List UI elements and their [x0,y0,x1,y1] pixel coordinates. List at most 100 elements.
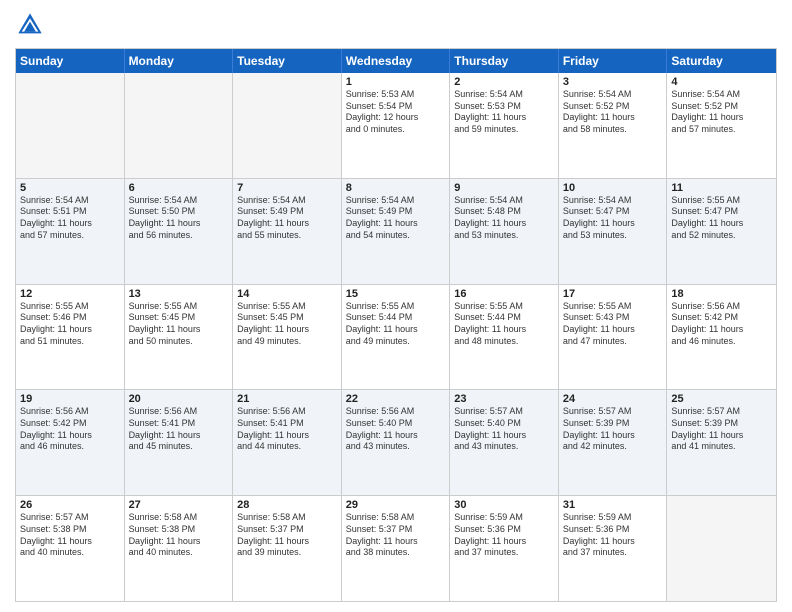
cell-line-2: Daylight: 11 hours [20,324,120,336]
day-cell-23: 23Sunrise: 5:57 AMSunset: 5:40 PMDayligh… [450,390,559,495]
day-header-friday: Friday [559,49,668,73]
empty-cell [16,73,125,178]
day-header-wednesday: Wednesday [342,49,451,73]
day-cell-26: 26Sunrise: 5:57 AMSunset: 5:38 PMDayligh… [16,496,125,601]
cell-line-0: Sunrise: 5:53 AM [346,89,446,101]
empty-cell [667,496,776,601]
day-header-sunday: Sunday [16,49,125,73]
cell-line-0: Sunrise: 5:56 AM [129,406,229,418]
cell-line-0: Sunrise: 5:58 AM [237,512,337,524]
cell-line-3: and 45 minutes. [129,441,229,453]
calendar-body: 1Sunrise: 5:53 AMSunset: 5:54 PMDaylight… [16,73,776,601]
calendar-row-4: 26Sunrise: 5:57 AMSunset: 5:38 PMDayligh… [16,495,776,601]
cell-line-0: Sunrise: 5:54 AM [563,89,663,101]
day-cell-5: 5Sunrise: 5:54 AMSunset: 5:51 PMDaylight… [16,179,125,284]
cell-line-0: Sunrise: 5:58 AM [129,512,229,524]
cell-line-3: and 43 minutes. [454,441,554,453]
cell-line-0: Sunrise: 5:54 AM [454,89,554,101]
cell-line-0: Sunrise: 5:59 AM [563,512,663,524]
cell-line-2: Daylight: 11 hours [454,112,554,124]
logo-icon [15,10,45,40]
cell-line-2: Daylight: 11 hours [129,536,229,548]
cell-line-1: Sunset: 5:54 PM [346,101,446,113]
cell-line-2: Daylight: 11 hours [671,324,772,336]
day-cell-25: 25Sunrise: 5:57 AMSunset: 5:39 PMDayligh… [667,390,776,495]
cell-line-0: Sunrise: 5:55 AM [454,301,554,313]
cell-line-2: Daylight: 11 hours [454,536,554,548]
cell-line-0: Sunrise: 5:56 AM [20,406,120,418]
cell-line-2: Daylight: 12 hours [346,112,446,124]
cell-line-0: Sunrise: 5:56 AM [237,406,337,418]
cell-line-1: Sunset: 5:43 PM [563,312,663,324]
cell-line-1: Sunset: 5:37 PM [237,524,337,536]
cell-line-2: Daylight: 11 hours [454,430,554,442]
cell-line-1: Sunset: 5:39 PM [671,418,772,430]
day-header-thursday: Thursday [450,49,559,73]
cell-line-3: and 58 minutes. [563,124,663,136]
day-cell-17: 17Sunrise: 5:55 AMSunset: 5:43 PMDayligh… [559,285,668,390]
cell-line-1: Sunset: 5:36 PM [563,524,663,536]
cell-line-1: Sunset: 5:51 PM [20,206,120,218]
day-number: 12 [20,288,120,300]
cell-line-1: Sunset: 5:38 PM [129,524,229,536]
cell-line-0: Sunrise: 5:54 AM [237,195,337,207]
day-cell-14: 14Sunrise: 5:55 AMSunset: 5:45 PMDayligh… [233,285,342,390]
cell-line-1: Sunset: 5:36 PM [454,524,554,536]
day-header-tuesday: Tuesday [233,49,342,73]
day-cell-4: 4Sunrise: 5:54 AMSunset: 5:52 PMDaylight… [667,73,776,178]
day-cell-1: 1Sunrise: 5:53 AMSunset: 5:54 PMDaylight… [342,73,451,178]
cell-line-2: Daylight: 11 hours [237,430,337,442]
empty-cell [233,73,342,178]
day-number: 20 [129,393,229,405]
cell-line-0: Sunrise: 5:57 AM [454,406,554,418]
cell-line-3: and 48 minutes. [454,336,554,348]
cell-line-3: and 57 minutes. [671,124,772,136]
day-cell-15: 15Sunrise: 5:55 AMSunset: 5:44 PMDayligh… [342,285,451,390]
cell-line-1: Sunset: 5:48 PM [454,206,554,218]
day-number: 26 [20,499,120,511]
day-cell-12: 12Sunrise: 5:55 AMSunset: 5:46 PMDayligh… [16,285,125,390]
cell-line-1: Sunset: 5:37 PM [346,524,446,536]
cell-line-2: Daylight: 11 hours [671,430,772,442]
cell-line-0: Sunrise: 5:55 AM [237,301,337,313]
cell-line-2: Daylight: 11 hours [20,536,120,548]
cell-line-1: Sunset: 5:53 PM [454,101,554,113]
cell-line-0: Sunrise: 5:54 AM [129,195,229,207]
cell-line-0: Sunrise: 5:55 AM [671,195,772,207]
day-cell-21: 21Sunrise: 5:56 AMSunset: 5:41 PMDayligh… [233,390,342,495]
day-cell-16: 16Sunrise: 5:55 AMSunset: 5:44 PMDayligh… [450,285,559,390]
cell-line-1: Sunset: 5:44 PM [454,312,554,324]
cell-line-1: Sunset: 5:39 PM [563,418,663,430]
day-cell-18: 18Sunrise: 5:56 AMSunset: 5:42 PMDayligh… [667,285,776,390]
cell-line-1: Sunset: 5:41 PM [129,418,229,430]
cell-line-2: Daylight: 11 hours [129,324,229,336]
cell-line-0: Sunrise: 5:54 AM [20,195,120,207]
cell-line-2: Daylight: 11 hours [563,324,663,336]
cell-line-2: Daylight: 11 hours [454,324,554,336]
cell-line-2: Daylight: 11 hours [346,536,446,548]
cell-line-2: Daylight: 11 hours [563,218,663,230]
day-cell-8: 8Sunrise: 5:54 AMSunset: 5:49 PMDaylight… [342,179,451,284]
day-number: 14 [237,288,337,300]
day-number: 13 [129,288,229,300]
cell-line-3: and 40 minutes. [129,547,229,559]
day-cell-29: 29Sunrise: 5:58 AMSunset: 5:37 PMDayligh… [342,496,451,601]
day-cell-13: 13Sunrise: 5:55 AMSunset: 5:45 PMDayligh… [125,285,234,390]
cell-line-1: Sunset: 5:52 PM [563,101,663,113]
logo [15,10,49,40]
cell-line-1: Sunset: 5:47 PM [563,206,663,218]
cell-line-3: and 44 minutes. [237,441,337,453]
cell-line-1: Sunset: 5:41 PM [237,418,337,430]
cell-line-3: and 38 minutes. [346,547,446,559]
cell-line-2: Daylight: 11 hours [563,536,663,548]
day-number: 17 [563,288,663,300]
cell-line-1: Sunset: 5:45 PM [129,312,229,324]
day-number: 19 [20,393,120,405]
cell-line-1: Sunset: 5:50 PM [129,206,229,218]
header [15,10,777,40]
cell-line-0: Sunrise: 5:54 AM [346,195,446,207]
cell-line-1: Sunset: 5:49 PM [237,206,337,218]
day-cell-6: 6Sunrise: 5:54 AMSunset: 5:50 PMDaylight… [125,179,234,284]
cell-line-0: Sunrise: 5:54 AM [454,195,554,207]
cell-line-1: Sunset: 5:40 PM [454,418,554,430]
